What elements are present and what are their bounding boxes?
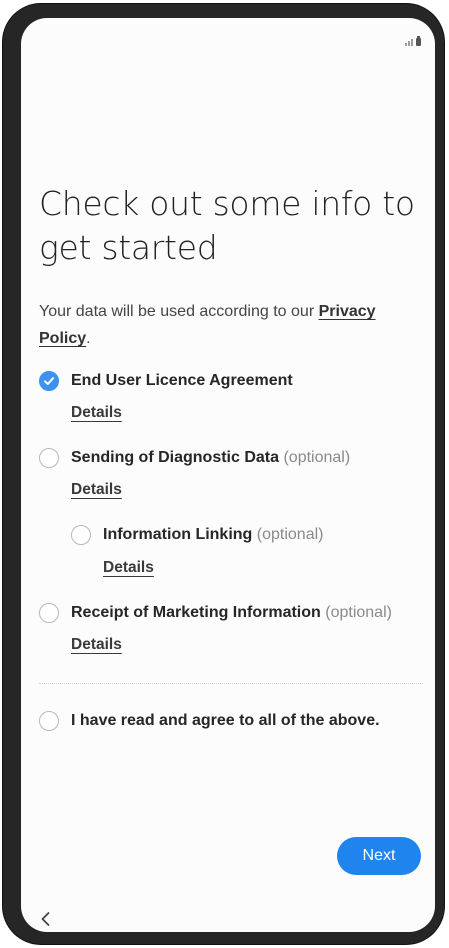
subtitle-suffix: . <box>86 330 91 347</box>
eula-checkbox[interactable] <box>39 371 59 391</box>
diagnostic-label: Sending of Diagnostic Data (optional) <box>71 449 351 466</box>
agree-all-item[interactable]: I have read and agree to all of the abov… <box>39 711 380 731</box>
eula-label: End User Licence Agreement <box>71 372 293 389</box>
signal-icon <box>405 38 413 46</box>
info-linking-label: Information Linking (optional) <box>103 526 324 543</box>
info-linking-checkbox[interactable] <box>71 525 91 545</box>
diagnostic-checkbox[interactable] <box>39 448 59 468</box>
marketing-checkbox[interactable] <box>39 603 59 623</box>
eula-details-link[interactable]: Details <box>71 404 122 422</box>
consent-item-info-linking[interactable]: Information Linking (optional) <box>71 525 323 545</box>
agree-all-checkbox[interactable] <box>39 711 59 731</box>
screen: Check out some info to get started Your … <box>21 18 435 932</box>
battery-icon <box>416 36 421 46</box>
checkmark-icon <box>44 377 54 385</box>
phone-frame: Check out some info to get started Your … <box>3 4 444 944</box>
optional-tag: (optional) <box>325 604 392 621</box>
next-button[interactable]: Next <box>337 837 421 875</box>
diagnostic-details-link[interactable]: Details <box>71 481 122 499</box>
subtitle-text: Your data will be used according to our <box>39 303 319 320</box>
subtitle: Your data will be used according to our … <box>39 298 419 352</box>
consent-item-marketing[interactable]: Receipt of Marketing Information (option… <box>39 603 392 623</box>
optional-tag: (optional) <box>283 449 351 466</box>
divider <box>39 683 423 684</box>
page-title: Check out some info to get started <box>39 184 415 267</box>
marketing-details-link[interactable]: Details <box>71 636 122 654</box>
consent-item-eula[interactable]: End User Licence Agreement <box>39 371 293 391</box>
consent-item-diagnostic[interactable]: Sending of Diagnostic Data (optional) <box>39 448 350 468</box>
agree-all-label: I have read and agree to all of the abov… <box>71 712 380 729</box>
marketing-label: Receipt of Marketing Information (option… <box>71 604 392 621</box>
status-bar <box>405 36 421 46</box>
optional-tag: (optional) <box>256 526 324 543</box>
info-linking-details-link[interactable]: Details <box>103 559 154 577</box>
chevron-left-icon[interactable] <box>39 911 53 927</box>
